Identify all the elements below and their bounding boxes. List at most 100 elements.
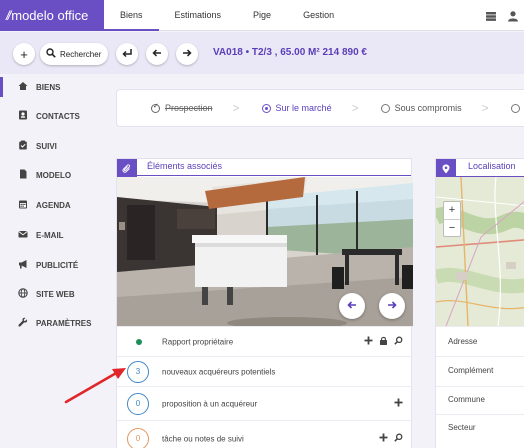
megaphone-icon (17, 259, 29, 271)
search-icon[interactable] (394, 336, 403, 348)
sidebar-item-contacts[interactable]: CONTACTS (0, 106, 110, 126)
sidebar-item-label: E-MAIL (36, 230, 64, 240)
location-map[interactable]: + − (436, 177, 524, 326)
back-button[interactable] (146, 43, 168, 65)
forward-button[interactable] (176, 43, 198, 65)
annotation-arrow (64, 368, 126, 404)
house-icon (17, 81, 29, 93)
list-item[interactable]: 0 proposition à un acquéreur (117, 386, 413, 420)
step-prospection[interactable]: Prospection (151, 102, 213, 113)
sidebar-item-label: PARAMÈTRES (36, 318, 92, 328)
count-badge[interactable]: 3 (127, 360, 149, 383)
localisation-card: Localisation + − Adresse Complément Comm… (435, 158, 524, 448)
paperclip-icon (117, 159, 137, 179)
top-icons (480, 0, 524, 31)
top-nav: Biens Estimations Pige Gestion (104, 0, 350, 31)
chevron-right-icon: > (232, 101, 240, 115)
status-dot (136, 338, 142, 345)
list-item[interactable]: Rapport propriétaire (117, 326, 413, 356)
sidebar-item-label: MODELO (36, 170, 72, 180)
divider (436, 356, 524, 357)
check-circle-icon (151, 102, 160, 113)
photo-next-button[interactable] (379, 293, 405, 319)
wrench-icon (17, 317, 29, 329)
sidebar-item-label: BIENS (36, 82, 61, 92)
search-icon (46, 47, 56, 61)
divider (436, 414, 524, 415)
chevron-right-icon: > (351, 101, 359, 115)
radio-empty-icon (380, 103, 390, 113)
plus-icon: + (20, 46, 28, 62)
step-next[interactable] (510, 103, 524, 113)
tab-gestion[interactable]: Gestion (287, 0, 350, 31)
sidebar-item-label: SUIVI (36, 141, 57, 151)
field-commune-label: Commune (448, 395, 485, 404)
photo-prev-button[interactable] (339, 293, 365, 319)
arrow-left-icon (346, 299, 358, 314)
property-title: VA018 • T2/3 , 65.00 M² 214 890 € (213, 47, 367, 58)
return-button[interactable] (116, 43, 138, 65)
plus-icon[interactable] (364, 336, 373, 348)
card-title: Éléments associés (147, 161, 223, 171)
sidebar-item-email[interactable]: E-MAIL (0, 225, 110, 245)
sidebar-item-suivi[interactable]: SUIVI (0, 136, 110, 156)
calendar-icon (17, 199, 29, 211)
row-label: Rapport propriétaire (162, 337, 234, 346)
row-actions (379, 433, 403, 445)
sidebar-item-site-web[interactable]: SITE WEB (0, 284, 110, 304)
sidebar-item-label: CONTACTS (36, 111, 80, 121)
zoom-out-button[interactable]: − (444, 219, 460, 236)
tab-pige[interactable]: Pige (237, 0, 287, 31)
zoom-in-button[interactable]: + (444, 202, 460, 219)
divider (436, 326, 524, 327)
list-item[interactable]: 3 nouveaux acquéreurs potentiels (117, 356, 413, 386)
count-badge[interactable]: 0 (127, 392, 149, 415)
property-photo[interactable] (117, 177, 413, 326)
sidebar-item-label: SITE WEB (36, 289, 75, 299)
sidebar-item-agenda[interactable]: AGENDA (0, 195, 110, 215)
status-steps: Prospection > Sur le marché > Sous compr… (116, 89, 524, 127)
document-icon (17, 169, 29, 181)
radio-selected-icon (261, 103, 271, 113)
card-header: Éléments associés (117, 159, 411, 179)
search-button[interactable]: Rechercher (40, 43, 108, 65)
app-logo[interactable]: // modelo office (0, 0, 104, 31)
row-actions (364, 336, 403, 348)
sidebar-item-label: AGENDA (36, 200, 71, 210)
user-icon[interactable] (502, 5, 524, 27)
tab-biens[interactable]: Biens (104, 0, 159, 31)
step-sous-compromis[interactable]: Sous compromis (380, 103, 462, 113)
envelope-icon (17, 229, 29, 241)
arrow-right-icon (181, 47, 193, 62)
logo-text: modelo office (11, 8, 89, 23)
search-label: Rechercher (60, 49, 102, 59)
sidebar-item-modelo[interactable]: MODELO (0, 165, 110, 185)
logo-mark: // (6, 8, 11, 23)
globe-icon (17, 288, 29, 300)
row-label: tâche ou notes de suivi (162, 434, 244, 443)
list-item[interactable]: 0 tâche ou notes de suivi (117, 420, 413, 448)
field-adresse-label: Adresse (448, 337, 478, 346)
tab-estimations[interactable]: Estimations (159, 0, 238, 31)
plus-icon[interactable] (379, 433, 388, 445)
count-badge[interactable]: 0 (127, 427, 149, 448)
row-label: nouveaux acquéreurs potentiels (162, 367, 276, 376)
plus-icon[interactable] (394, 398, 403, 410)
top-bar: // modelo office Biens Estimations Pige … (0, 0, 524, 31)
sidebar-item-publicite[interactable]: PUBLICITÉ (0, 255, 110, 275)
chevron-right-icon: > (481, 101, 489, 115)
sidebar-item-parametres[interactable]: PARAMÈTRES (0, 313, 110, 333)
step-sur-le-marche[interactable]: Sur le marché (261, 103, 332, 113)
radio-empty-icon (510, 103, 520, 113)
row-label: proposition à un acquéreur (162, 399, 258, 408)
search-icon[interactable] (394, 433, 403, 445)
sidebar-item-label: PUBLICITÉ (36, 260, 79, 270)
lock-icon[interactable] (379, 336, 388, 348)
field-secteur-label: Secteur (448, 423, 476, 432)
stack-icon[interactable] (480, 5, 502, 27)
return-icon (121, 47, 133, 62)
sidebar-item-biens[interactable]: BIENS (0, 77, 110, 97)
add-button[interactable]: + (13, 43, 35, 65)
divider (436, 386, 524, 387)
clipboard-icon (17, 140, 29, 152)
